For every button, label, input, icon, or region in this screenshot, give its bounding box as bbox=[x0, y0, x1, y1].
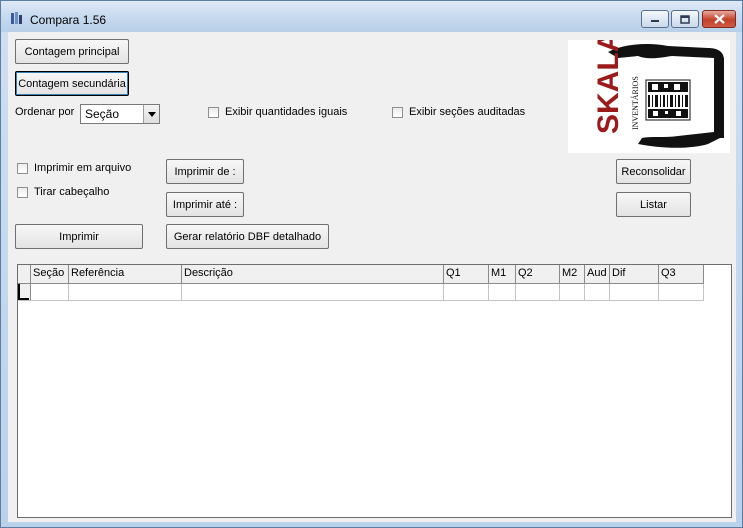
table-row[interactable] bbox=[18, 284, 704, 301]
table-cell[interactable] bbox=[444, 284, 489, 301]
checkbox-label: Tirar cabeçalho bbox=[34, 186, 110, 198]
table-cell[interactable] bbox=[69, 284, 182, 301]
close-button[interactable] bbox=[702, 10, 736, 28]
checkbox-box[interactable] bbox=[208, 106, 219, 118]
table-cell[interactable] bbox=[182, 284, 444, 301]
chevron-down-icon[interactable] bbox=[143, 105, 159, 123]
imprimir-em-arquivo-checkbox[interactable]: Imprimir em arquivo bbox=[17, 162, 131, 174]
column-header-m2[interactable]: M2 bbox=[560, 265, 585, 283]
table-cell[interactable] bbox=[489, 284, 516, 301]
sort-label: Ordenar por bbox=[15, 106, 75, 118]
checkbox-box[interactable] bbox=[17, 186, 28, 198]
table-cell[interactable] bbox=[585, 284, 610, 301]
column-header-q1[interactable]: Q1 bbox=[444, 265, 489, 283]
imprimir-ate-button[interactable]: Imprimir até : bbox=[166, 192, 244, 217]
grid-header: Seção Referência Descrição Q1 M1 Q2 M2 A… bbox=[18, 265, 704, 284]
imprimir-button[interactable]: Imprimir bbox=[15, 224, 143, 249]
contagem-secundaria-button[interactable]: Contagem secundária bbox=[15, 71, 129, 96]
exibir-quantidades-iguais-checkbox[interactable]: Exibir quantidades iguais bbox=[208, 106, 347, 118]
maximize-icon bbox=[680, 14, 690, 24]
column-header-referencia[interactable]: Referência bbox=[69, 265, 182, 283]
listar-button[interactable]: Listar bbox=[616, 192, 691, 217]
column-header-dif[interactable]: Dif bbox=[610, 265, 659, 283]
column-header-q2[interactable]: Q2 bbox=[516, 265, 560, 283]
table-cell[interactable] bbox=[516, 284, 560, 301]
grid-corner[interactable] bbox=[18, 265, 31, 283]
client-area: Contagem principal Contagem secundária O… bbox=[8, 31, 736, 522]
column-header-q3[interactable]: Q3 bbox=[659, 265, 704, 283]
table-cell[interactable] bbox=[659, 284, 704, 301]
skala-logo: SKALA INVENTÁRIOS bbox=[568, 31, 730, 153]
checkbox-label: Exibir quantidades iguais bbox=[225, 106, 348, 118]
skala-logo-graphic: SKALA INVENTÁRIOS bbox=[592, 31, 724, 148]
column-header-descricao[interactable]: Descrição bbox=[182, 265, 444, 283]
sort-select-value: Seção bbox=[85, 107, 120, 121]
logo-brand-text: SKALA bbox=[592, 40, 625, 134]
reconsolidar-button[interactable]: Reconsolidar bbox=[616, 159, 691, 184]
tirar-cabecalho-checkbox[interactable]: Tirar cabeçalho bbox=[17, 186, 109, 198]
gerar-relatorio-button[interactable]: Gerar relatório DBF detalhado bbox=[166, 224, 329, 249]
minimize-button[interactable] bbox=[641, 10, 669, 28]
results-grid[interactable]: Seção Referência Descrição Q1 M1 Q2 M2 A… bbox=[17, 264, 732, 518]
exibir-secoes-auditadas-checkbox[interactable]: Exibir seções auditadas bbox=[392, 106, 525, 118]
checkbox-box[interactable] bbox=[17, 162, 28, 174]
checkbox-box[interactable] bbox=[392, 106, 403, 118]
logo-tagline-text: INVENTÁRIOS bbox=[630, 76, 640, 130]
column-header-aud[interactable]: Aud bbox=[585, 265, 610, 283]
sort-select[interactable]: Seção bbox=[80, 104, 160, 124]
minimize-icon bbox=[651, 20, 659, 22]
maximize-button[interactable] bbox=[671, 10, 699, 28]
table-cell[interactable] bbox=[560, 284, 585, 301]
column-header-m1[interactable]: M1 bbox=[489, 265, 516, 283]
close-icon bbox=[713, 14, 725, 24]
imprimir-de-button[interactable]: Imprimir de : bbox=[166, 159, 244, 184]
checkbox-label: Imprimir em arquivo bbox=[34, 162, 132, 174]
table-cell[interactable] bbox=[610, 284, 659, 301]
title-bar[interactable]: Compara 1.56 bbox=[1, 1, 742, 32]
contagem-principal-button[interactable]: Contagem principal bbox=[15, 39, 129, 64]
app-icon bbox=[11, 12, 22, 24]
app-window: Compara 1.56 Contagem principal Contagem… bbox=[0, 0, 743, 528]
row-indicator[interactable] bbox=[18, 284, 31, 301]
table-cell[interactable] bbox=[31, 284, 69, 301]
window-title: Compara 1.56 bbox=[30, 13, 107, 27]
column-header-secao[interactable]: Seção bbox=[31, 265, 69, 283]
checkbox-label: Exibir seções auditadas bbox=[409, 106, 526, 118]
